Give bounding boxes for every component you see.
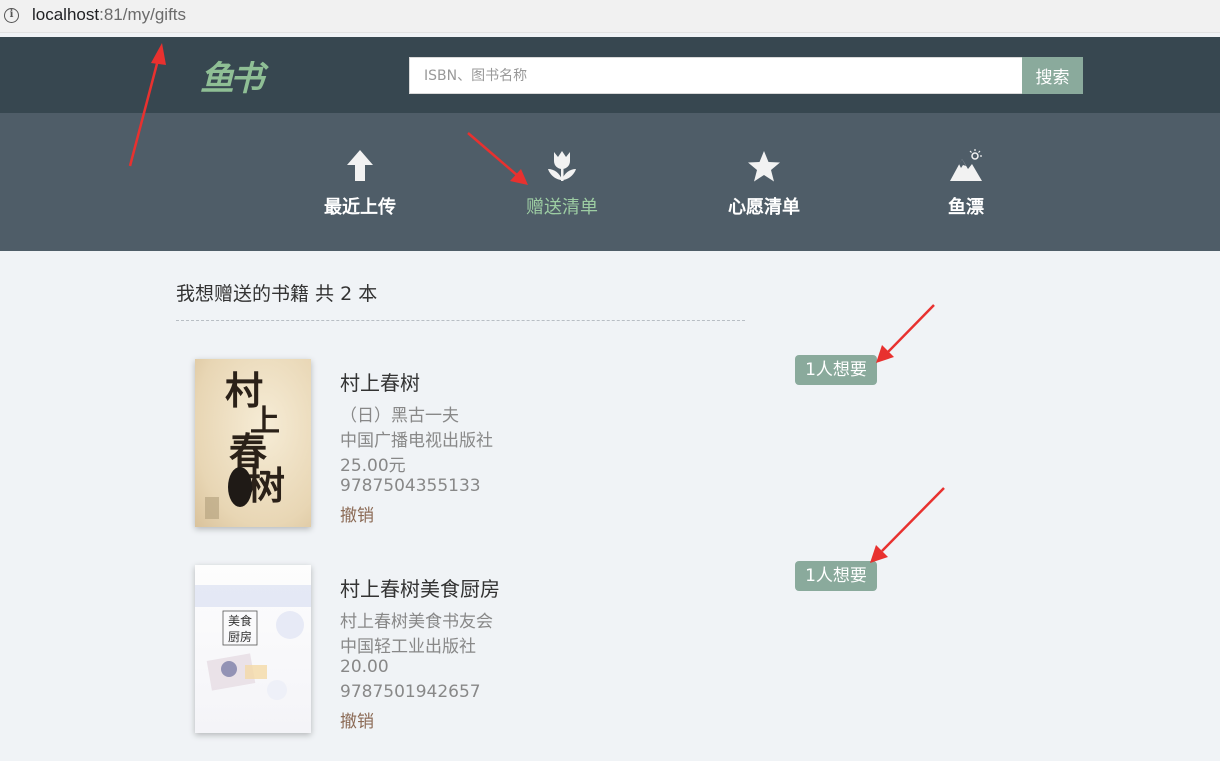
list-item: 村 上 春 树 村上春树 （日）黑古一夫 中国广播电视出版社 25.00元 97… <box>195 355 895 529</box>
cover-char-4: 树 <box>247 463 285 508</box>
nav-label: 鱼漂 <box>948 197 984 218</box>
nav-item-recent-uploads[interactable]: 最近上传 <box>290 147 430 219</box>
nav-item-wish-list[interactable]: 心愿清单 <box>694 147 834 219</box>
list-item: 美食厨房 村上春树美食厨房 村上春树美食书友会 中国轻工业出版社 20.00 9… <box>195 561 895 735</box>
book-isbn: 9787501942657 <box>340 682 481 702</box>
wish-count-badge: 1人想要 <box>795 355 877 385</box>
site-header: 鱼书 搜索 <box>0 37 1220 113</box>
book-isbn: 9787504355133 <box>340 476 481 496</box>
url-path: :81/my/gifts <box>99 5 187 24</box>
star-icon <box>748 151 780 182</box>
info-icon[interactable]: i <box>4 8 19 23</box>
search-input[interactable] <box>409 57 1023 94</box>
book-price: 20.00 <box>340 657 389 677</box>
book-cover[interactable]: 村 上 春 树 <box>195 359 311 527</box>
page-title: 我想赠送的书籍 共 2 本 <box>176 283 378 305</box>
revoke-link[interactable]: 撤销 <box>340 707 374 732</box>
book-title[interactable]: 村上春树 <box>340 367 420 396</box>
site-logo[interactable]: 鱼书 <box>200 51 264 100</box>
revoke-link[interactable]: 撤销 <box>340 501 374 526</box>
book-publisher: 中国轻工业出版社 <box>340 637 476 657</box>
book-cover[interactable]: 美食厨房 <box>195 565 311 733</box>
book-author: 村上春树美食书友会 <box>340 612 493 632</box>
nav-label: 心愿清单 <box>728 197 800 218</box>
nav-item-drift[interactable]: 鱼漂 <box>896 147 1036 219</box>
book-cover-art: 美食厨房 <box>195 585 311 700</box>
annotation-arrow-badge-1 <box>876 304 935 363</box>
browser-address-bar: i localhost:81/my/gifts <box>0 0 1220 33</box>
url-host: localhost <box>32 5 100 24</box>
nav-label: 赠送清单 <box>526 197 598 218</box>
book-publisher: 中国广播电视出版社 <box>340 431 493 451</box>
wish-count-badge: 1人想要 <box>795 561 877 591</box>
arrow-up-icon <box>347 150 373 181</box>
url-field[interactable]: localhost:81/my/gifts <box>32 5 186 25</box>
nav-item-gift-list[interactable]: 赠送清单 <box>492 147 632 219</box>
tulip-icon <box>548 151 576 181</box>
book-author: （日）黑古一夫 <box>340 406 459 426</box>
mountain-icon <box>950 149 982 181</box>
book-title[interactable]: 村上春树美食厨房 <box>340 573 500 602</box>
divider <box>176 320 745 321</box>
cover-title: 美食厨房 <box>228 613 252 644</box>
book-price: 25.00元 <box>340 456 406 476</box>
search-button[interactable]: 搜索 <box>1022 57 1083 94</box>
book-cover-art: 村 上 春 树 <box>205 368 285 519</box>
main-nav: 最近上传 赠送清单 心愿清单 鱼漂 <box>0 113 1220 251</box>
nav-label: 最近上传 <box>324 197 396 218</box>
